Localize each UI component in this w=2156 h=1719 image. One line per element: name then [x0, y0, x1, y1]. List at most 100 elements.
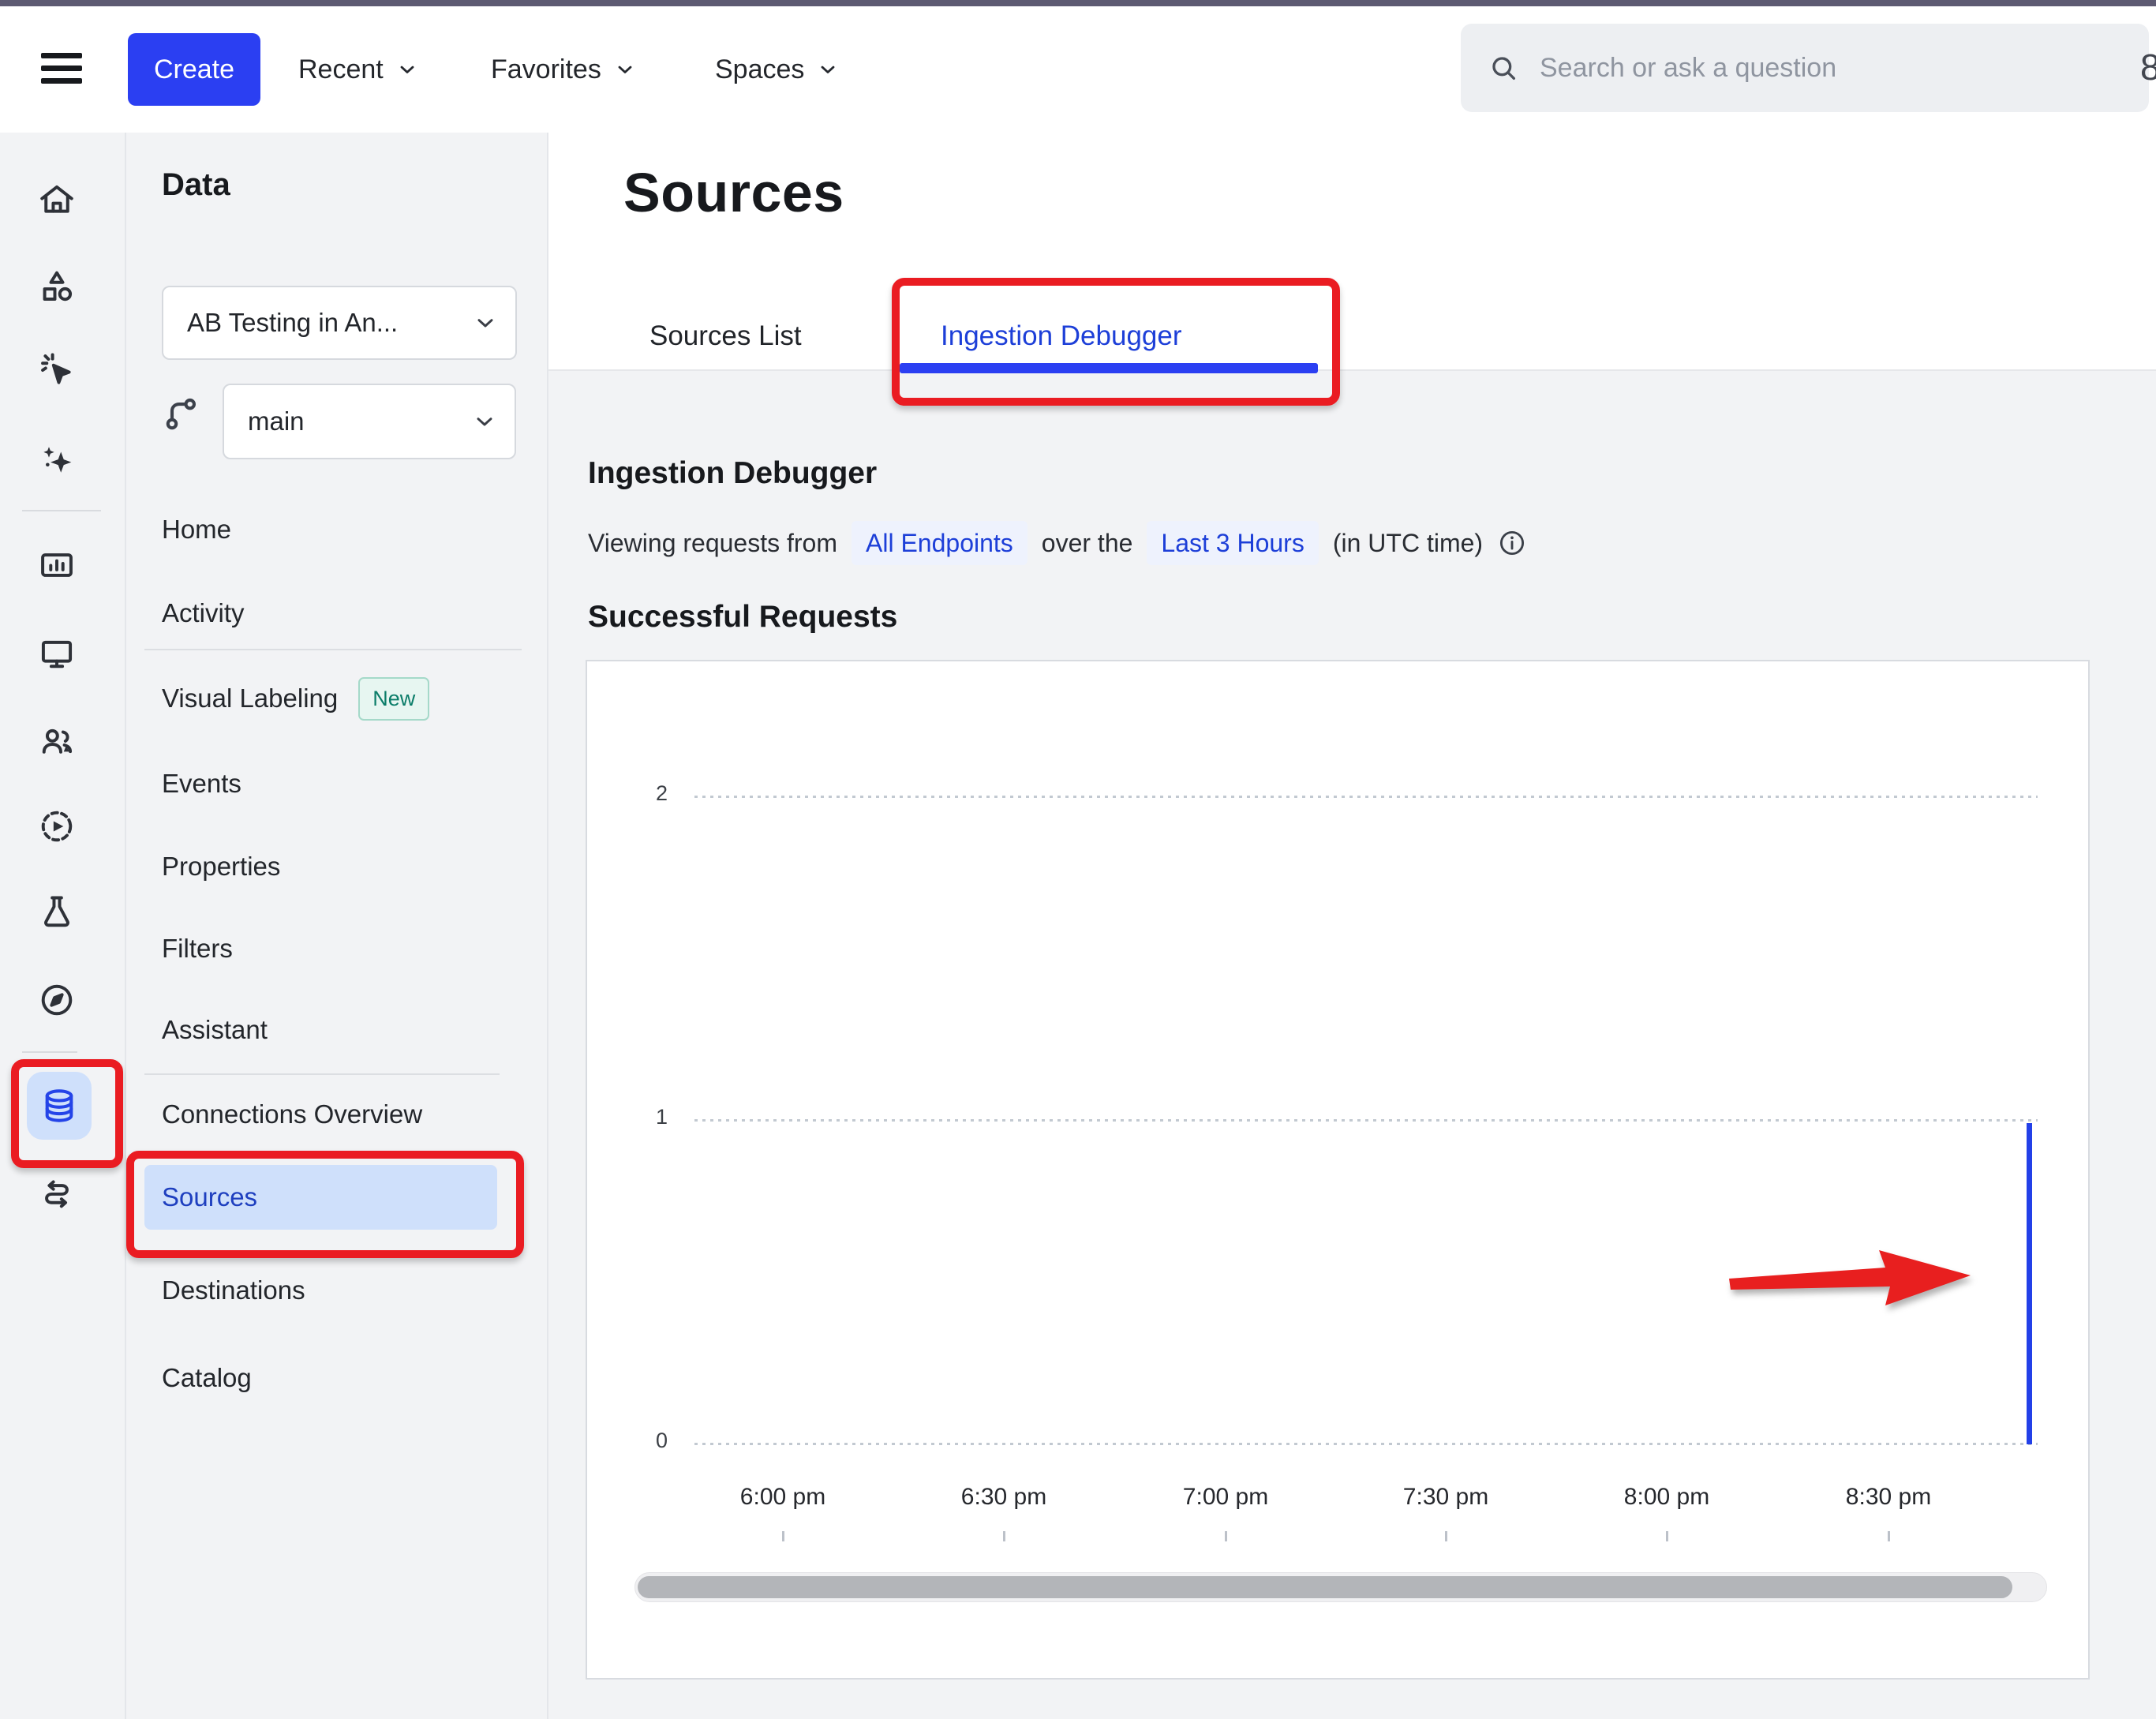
x-axis-tick	[782, 1531, 784, 1541]
path-swap-icon[interactable]	[19, 1158, 95, 1234]
info-icon[interactable]	[1497, 528, 1527, 558]
shapes-icon[interactable]	[19, 249, 95, 325]
sidebar-item-label: Events	[162, 760, 241, 807]
x-axis-tick	[1888, 1531, 1890, 1541]
x-tick-label: 6:30 pm	[917, 1484, 1091, 1511]
left-icon-rail	[0, 133, 126, 1719]
gridline-y1	[694, 1119, 2038, 1122]
x-axis-tick	[1445, 1531, 1447, 1541]
viewing-suffix: (in UTC time)	[1333, 529, 1483, 558]
time-range-filter-dropdown[interactable]: Last 3 Hours	[1147, 521, 1318, 565]
sidebar-item-activity[interactable]: Activity	[126, 590, 537, 637]
request-bar-845pm	[2027, 1123, 2032, 1444]
clipped-edge-glyph: 8	[2140, 46, 2156, 88]
dashboard-icon[interactable]	[19, 527, 95, 603]
database-icon	[38, 1084, 80, 1127]
menu-recent-label: Recent	[298, 54, 384, 85]
x-tick-label: 7:00 pm	[1139, 1484, 1312, 1511]
sidebar-item-connections-overview[interactable]: Connections Overview	[126, 1091, 537, 1138]
git-branch-icon	[162, 393, 203, 434]
sidebar-item-label: Properties	[162, 843, 280, 890]
x-axis-tick	[1225, 1531, 1227, 1541]
compass-icon[interactable]	[19, 962, 95, 1038]
window-chrome-strip	[0, 0, 2156, 6]
sidebar-item-filters[interactable]: Filters	[126, 925, 537, 972]
search-bar[interactable]	[1461, 24, 2149, 112]
x-axis-tick	[1003, 1531, 1005, 1541]
top-navigation-bar: Create Recent Favorites Spaces 8	[0, 6, 2156, 134]
sidebar-item-label: Visual Labeling	[162, 675, 338, 722]
sparkles-icon[interactable]	[19, 424, 95, 500]
page-title: Sources	[623, 161, 844, 224]
sidebar-item-catalog[interactable]: Catalog	[126, 1354, 537, 1402]
viewing-requests-row: Viewing requests from All Endpoints over…	[588, 519, 1527, 567]
app-window: Create Recent Favorites Spaces 8	[0, 0, 2156, 1719]
y-tick-label-2: 2	[627, 781, 668, 806]
successful-requests-chart: 2 1 0 6:00 pm 6:30 pm 7:00 pm 7:30 pm 8:…	[586, 660, 2090, 1680]
y-tick-label-1: 1	[627, 1105, 668, 1129]
sidebar-item-sources-active[interactable]: Sources	[144, 1165, 497, 1230]
chevron-down-icon	[473, 310, 498, 335]
chevron-down-icon	[817, 58, 839, 81]
cursor-click-icon[interactable]	[19, 332, 95, 408]
home-icon[interactable]	[19, 162, 95, 238]
menu-spaces[interactable]: Spaces	[715, 6, 839, 133]
chevron-down-icon	[614, 58, 636, 81]
create-button[interactable]: Create	[128, 33, 260, 106]
sidebar-item-properties[interactable]: Properties	[126, 843, 537, 890]
x-tick-label: 7:30 pm	[1359, 1484, 1533, 1511]
sidebar-title: Data	[162, 167, 230, 203]
branch-selector[interactable]: main	[223, 384, 516, 459]
y-tick-label-0: 0	[627, 1429, 668, 1453]
monitor-icon[interactable]	[19, 616, 95, 691]
menu-recent[interactable]: Recent	[298, 6, 418, 133]
search-icon	[1488, 52, 1519, 84]
sidebar-item-label: Home	[162, 506, 231, 553]
annotation-arrow	[1727, 1239, 1972, 1318]
sidebar-item-label: Activity	[162, 590, 245, 637]
chart-heading: Successful Requests	[588, 600, 897, 635]
rail-divider	[22, 510, 101, 511]
play-circle-icon[interactable]	[19, 788, 95, 864]
sidebar-item-label: Destinations	[162, 1267, 305, 1314]
sidebar-item-label: Connections Overview	[162, 1091, 422, 1138]
sidebar-item-events[interactable]: Events	[126, 760, 537, 807]
project-selector-value: AB Testing in An...	[187, 308, 398, 338]
new-badge: New	[358, 677, 429, 721]
viewing-prefix: Viewing requests from	[588, 529, 837, 558]
sidebar-divider	[144, 649, 522, 650]
x-tick-label: 8:00 pm	[1580, 1484, 1754, 1511]
database-nav-active[interactable]	[27, 1072, 92, 1140]
x-tick-label: 6:00 pm	[696, 1484, 870, 1511]
page-header: Sources Sources List Ingestion Debugger	[548, 133, 2156, 371]
rail-divider	[22, 1051, 77, 1053]
sidebar-item-home[interactable]: Home	[126, 506, 537, 553]
project-selector[interactable]: AB Testing in An...	[162, 286, 517, 360]
tab-ingestion-debugger[interactable]: Ingestion Debugger	[941, 313, 1182, 360]
gridline-y0	[694, 1443, 2038, 1445]
sidebar-item-assistant[interactable]: Assistant	[126, 1006, 537, 1054]
sidebar-item-label: Filters	[162, 925, 233, 972]
sidebar-item-visual-labeling[interactable]: Visual Labeling New	[126, 675, 537, 722]
sidebar-item-destinations[interactable]: Destinations	[126, 1267, 537, 1314]
sidebar-item-label: Assistant	[162, 1006, 268, 1054]
data-sidebar: Data AB Testing in An... main Home Activ…	[126, 133, 548, 1719]
search-input[interactable]	[1538, 52, 2046, 84]
sidebar-item-label: Catalog	[162, 1354, 252, 1402]
main-content: Sources Sources List Ingestion Debugger …	[548, 133, 2156, 1719]
users-icon[interactable]	[19, 703, 95, 779]
gridline-y2	[694, 796, 2038, 798]
chart-scrollbar-thumb[interactable]	[638, 1576, 2012, 1598]
sidebar-divider	[144, 1073, 500, 1075]
endpoint-filter-dropdown[interactable]: All Endpoints	[852, 521, 1027, 565]
sidebar-item-label: Sources	[162, 1182, 257, 1212]
menu-spaces-label: Spaces	[715, 54, 804, 85]
flask-icon[interactable]	[19, 874, 95, 949]
chevron-down-icon	[472, 409, 497, 434]
section-heading-ingestion-debugger: Ingestion Debugger	[588, 456, 877, 491]
x-axis-tick	[1666, 1531, 1668, 1541]
chevron-down-icon	[396, 58, 418, 81]
tab-sources-list[interactable]: Sources List	[649, 313, 802, 360]
hamburger-menu-icon[interactable]	[41, 47, 82, 88]
menu-favorites[interactable]: Favorites	[491, 6, 636, 133]
